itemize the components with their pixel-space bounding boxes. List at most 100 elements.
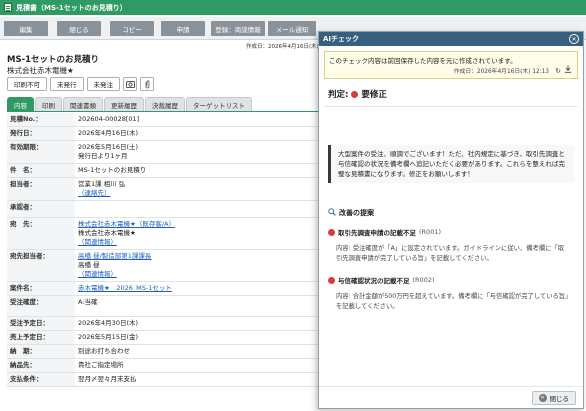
table-row: 納 期： 別途お打ち合わせ — [7, 344, 319, 359]
document-icon — [4, 3, 12, 12]
field-value: 株式会社赤木電機★（既存客/A） 株式会社赤木電機★ （関連情報） — [75, 217, 319, 250]
detail-table: 見積No.： 202604-00028[01] 発行日： 2026年4月16日(… — [7, 113, 319, 387]
recipient-link[interactable]: 株式会社赤木電機★（既存客/A） — [78, 220, 316, 229]
tab-approval-history[interactable]: 決裁履歴 — [145, 97, 185, 111]
field-value: 貴社ご指定場所 — [75, 358, 319, 373]
ai-notice-box: このチェック内容は前回保存した内容を元に作成されています。 作成日：2026年4… — [324, 51, 578, 79]
table-row: 有効期限： 2026年5月16日(土) 発行日より1ヶ月 — [7, 140, 319, 164]
field-value: 別途お打ち合わせ — [75, 344, 319, 359]
ai-timestamp: 作成日：2026年4月16日(木) 12:13 — [453, 69, 549, 75]
field-value: 翌月〆翌々月末支払 — [75, 372, 319, 387]
field-value: 2026年5月16日(土) 発行日より1ヶ月 — [75, 140, 319, 164]
window-title: 見積書（MS-1セットのお見積り） — [16, 3, 127, 12]
deal-link[interactable]: 赤木電機★ 2026_MS-1セット — [78, 284, 316, 293]
field-value: 202604-00028[01] — [75, 113, 319, 127]
contact-link[interactable]: （連絡先） — [78, 189, 316, 198]
verdict: 判定: 要修正 — [328, 88, 387, 100]
ai-notice-text: このチェック内容は前回保存した内容を元に作成されています。 — [329, 57, 517, 65]
person-in-charge: 営業1課 相川 弘 — [78, 180, 126, 188]
expiry-date: 2026年5月16日(土) — [78, 143, 139, 151]
refresh-icon[interactable]: ↻ — [555, 67, 561, 75]
order-status-button[interactable]: 未発注 — [86, 77, 120, 91]
table-row: 支払条件： 翌月〆翌々月末支払 — [7, 372, 319, 387]
field-label: 支払条件： — [7, 372, 75, 387]
magnifier-icon — [328, 208, 336, 218]
download-icon[interactable] — [564, 65, 572, 75]
window-titlebar: 見積書（MS-1セットのお見積り） — [0, 0, 586, 15]
email-notify-button[interactable]: メール通知 — [268, 21, 316, 36]
suggestion-name: 取引先調査申請の記載不足 — [338, 229, 416, 237]
tab-underline — [7, 111, 319, 112]
delivery-date: 別途お打ち合わせ — [78, 347, 130, 355]
tab-related-documents[interactable]: 関連書類 — [63, 97, 103, 111]
ai-panel-title: AIチェック — [323, 35, 360, 43]
table-row: 件 名： MS-1セットのお見積り — [7, 163, 319, 178]
recipient-contact-link[interactable]: 高橋 昼/製造部第1課課長 — [78, 252, 316, 261]
field-value: MS-1セットのお見積り — [75, 163, 319, 178]
quote-number: 202604-00028[01] — [78, 115, 140, 123]
field-value: 高橋 昼/製造部第1課課長 高橋 昼 （関連情報） — [75, 249, 319, 282]
table-row: 受注予定日： 2026年4月30日(木) — [7, 316, 319, 331]
alert-dot-icon — [328, 276, 335, 284]
expected-order-date: 2026年4月30日(木) — [78, 319, 139, 327]
copy-button[interactable]: コピー — [110, 21, 154, 36]
verdict-label: 判定: — [328, 90, 349, 100]
field-label: 受注予定日： — [7, 316, 75, 331]
issue-status-button[interactable]: 未発行 — [50, 77, 84, 91]
register-deal-button[interactable]: 登録：商談情報 — [211, 21, 265, 36]
payment-terms: 翌月〆翌々月末支払 — [78, 375, 137, 383]
rule-code: (R002) — [412, 276, 435, 284]
table-row: 見積No.： 202604-00028[01] — [7, 113, 319, 127]
tab-target-list[interactable]: ターゲットリスト — [186, 97, 252, 111]
divider — [324, 106, 578, 107]
apply-button[interactable]: 申請 — [161, 21, 205, 36]
ai-panel-header: AIチェック ✕ — [319, 32, 583, 46]
close-document-button[interactable]: 閉じる — [57, 21, 101, 36]
document-title: MS-1セットのお見積り — [7, 55, 100, 65]
rule-code: (R001) — [419, 228, 441, 236]
suggestion-title: 取引先調査申請の記載不足 (R001) — [328, 227, 441, 237]
field-value: 2026年5月15日(金) — [75, 330, 319, 345]
print-status-button[interactable]: 印刷不可 — [7, 77, 47, 91]
close-circle-icon: ✕ — [538, 394, 547, 402]
table-row: 承認者： — [7, 200, 319, 218]
improvement-heading: 改善の提案 — [328, 208, 374, 218]
recipient-contact-related-link[interactable]: （関連情報） — [78, 270, 316, 279]
close-icon[interactable]: ✕ — [569, 34, 579, 44]
recipient-contact-name: 高橋 昼 — [78, 261, 100, 269]
subject: MS-1セットのお見積り — [78, 166, 147, 174]
suggestion-body: 内容: 合計金額が500万円を超えています。備考欄に「与信確認が完了している旨」… — [336, 293, 569, 310]
suggestion-name: 与信確認状況の記載不足 — [338, 277, 410, 285]
field-label: 見積No.： — [7, 113, 75, 127]
field-value: 2026年4月16日(木) — [75, 126, 319, 141]
field-label: 件 名： — [7, 163, 75, 178]
field-label: 案件名： — [7, 281, 75, 296]
tab-update-history[interactable]: 更新履歴 — [104, 97, 144, 111]
field-label: 承認者： — [7, 200, 75, 218]
attachment-icon[interactable] — [140, 77, 154, 91]
table-row: 宛 先： 株式会社赤木電機★（既存客/A） 株式会社赤木電機★ （関連情報） — [7, 217, 319, 250]
table-row: 担当者： 営業1課 相川 弘 （連絡先） — [7, 177, 319, 201]
camera-icon[interactable] — [123, 77, 137, 91]
close-panel-label: 閉じる — [549, 395, 570, 403]
status-actions: 印刷不可 未発行 未発注 — [7, 77, 154, 91]
expected-sales-date: 2026年5月15日(金) — [78, 333, 139, 341]
company-name: 株式会社赤木電機★ — [7, 66, 74, 75]
tab-bar: 内容 印刷 関連書類 更新履歴 決裁履歴 ターゲットリスト — [7, 97, 252, 111]
edit-button[interactable]: 編集 — [4, 21, 48, 36]
tab-print[interactable]: 印刷 — [35, 97, 62, 111]
alert-dot-icon — [328, 228, 335, 236]
issue-date: 2026年4月16日(木) — [78, 129, 139, 137]
field-value: 営業1課 相川 弘 （連絡先） — [75, 177, 319, 201]
field-value: 2026年4月30日(木) — [75, 316, 319, 331]
field-label: 宛先担当者： — [7, 249, 75, 282]
table-row: 宛先担当者： 高橋 昼/製造部第1課課長 高橋 昼 （関連情報） — [7, 249, 319, 282]
table-row: 売上予定日： 2026年5月15日(金) — [7, 330, 319, 345]
field-label: 納 期： — [7, 344, 75, 359]
field-label: 売上予定日： — [7, 330, 75, 345]
tab-content[interactable]: 内容 — [7, 97, 34, 111]
close-panel-button[interactable]: ✕ 閉じる — [531, 391, 576, 405]
suggestion-body: 内容: 受注確度が「A」に設定されています。ガイドラインに従い、備考欄に「取引先… — [336, 245, 565, 262]
recipient-related-link[interactable]: （関連情報） — [78, 238, 316, 247]
field-label: 宛 先： — [7, 217, 75, 250]
